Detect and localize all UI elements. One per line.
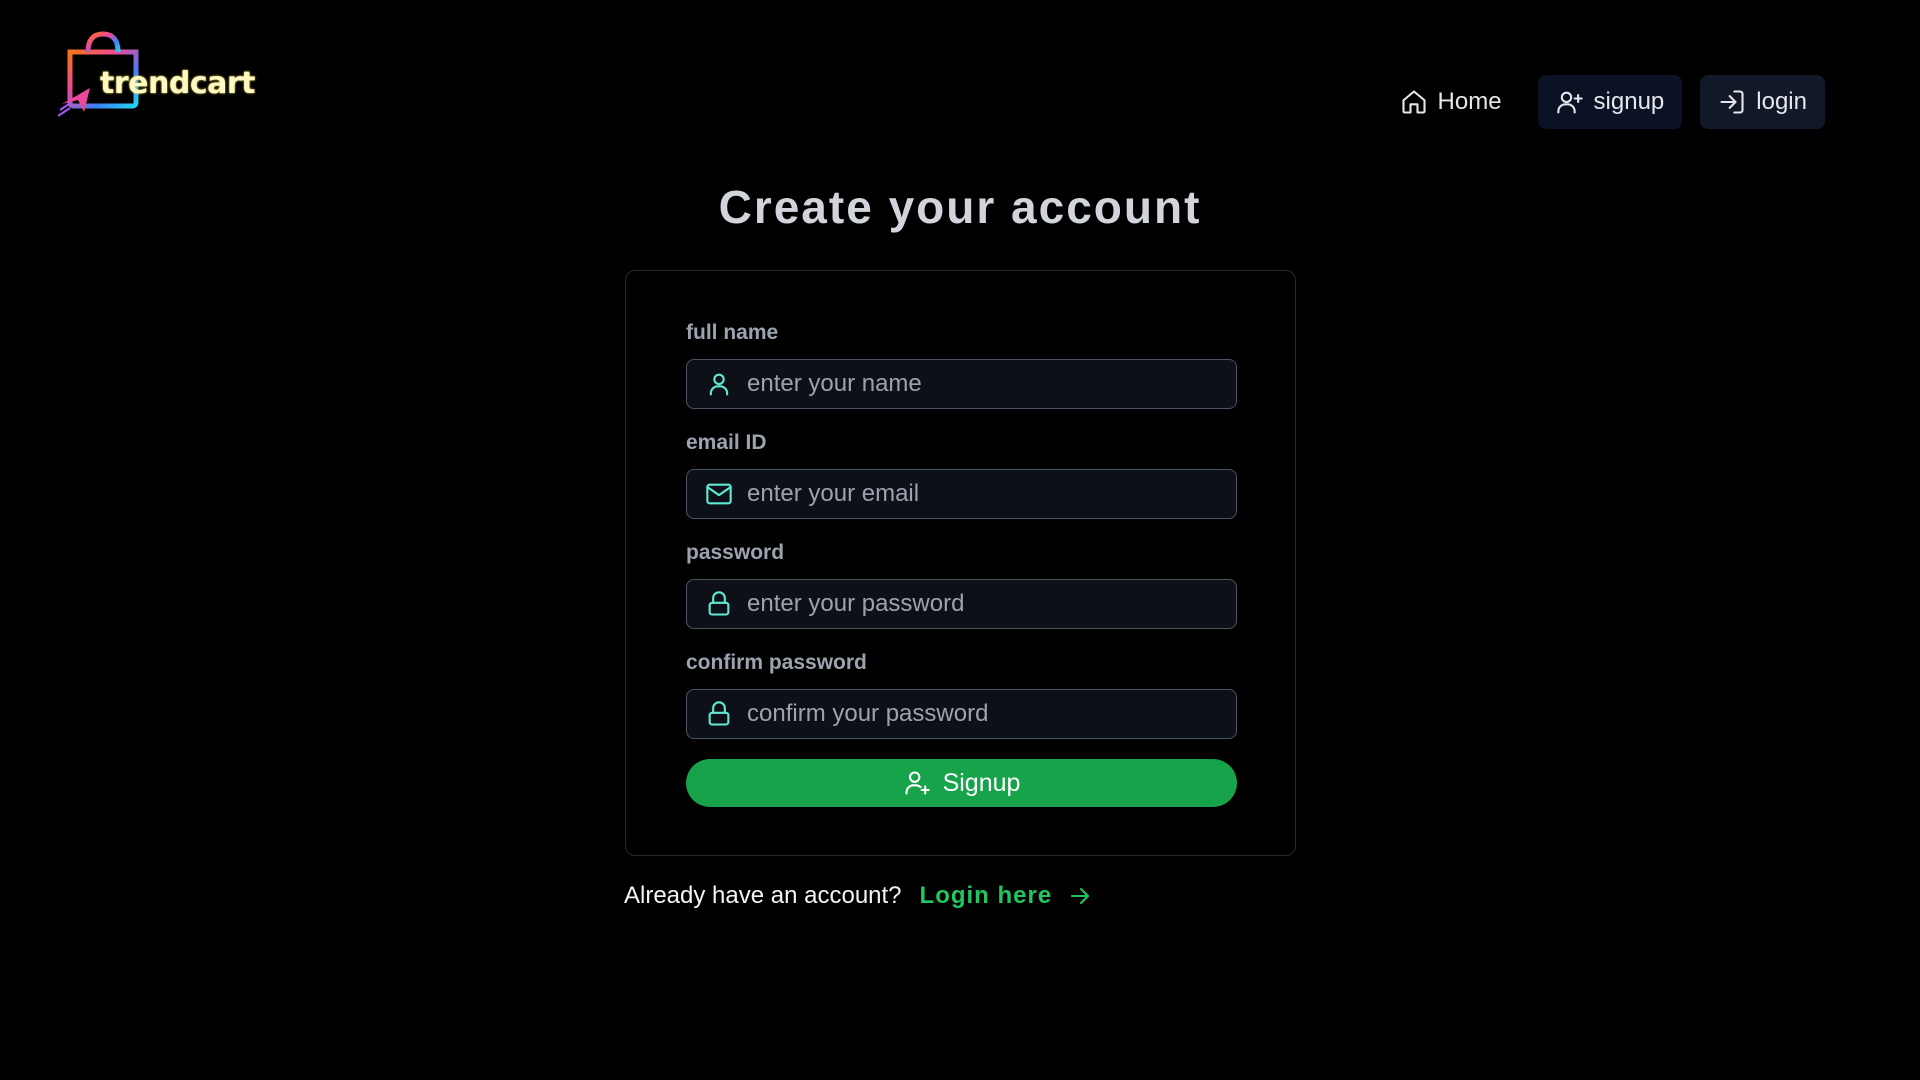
nav-home-label: Home	[1437, 88, 1502, 115]
user-plus-icon	[1556, 91, 1583, 114]
nav-home[interactable]: Home	[1382, 75, 1520, 129]
nav-login[interactable]: login	[1700, 75, 1825, 129]
password-input[interactable]	[747, 590, 1236, 618]
user-plus-icon	[905, 771, 930, 795]
arrow-right-icon	[1071, 888, 1090, 904]
password-field: password	[686, 541, 1237, 629]
email-field: email ID	[686, 431, 1237, 519]
login-here-link[interactable]: Login here	[920, 882, 1093, 910]
lock-icon	[708, 701, 730, 726]
login-here-label: Login here	[919, 882, 1053, 909]
full-name-input-wrapper[interactable]	[686, 359, 1237, 409]
full-name-input[interactable]	[747, 370, 1236, 398]
full-name-field: full name	[686, 321, 1237, 409]
login-prompt-text: Already have an account?	[624, 882, 902, 909]
log-in-icon	[1720, 90, 1744, 114]
brand-logo[interactable]: trendcart	[58, 30, 255, 118]
email-label: email ID	[686, 431, 767, 454]
signup-submit-label: Signup	[942, 768, 1021, 797]
mail-icon	[706, 483, 732, 505]
login-prompt: Already have an account? Login here	[624, 882, 1092, 910]
confirm-password-input[interactable]	[747, 700, 1236, 728]
password-input-wrapper[interactable]	[686, 579, 1237, 629]
email-input-wrapper[interactable]	[686, 469, 1237, 519]
confirm-password-field: confirm password	[686, 651, 1237, 739]
email-input[interactable]	[747, 480, 1236, 508]
confirm-password-input-wrapper[interactable]	[686, 689, 1237, 739]
brand-name: trendcart	[100, 66, 255, 101]
lock-icon	[708, 591, 730, 616]
top-nav: Home signup login	[1382, 75, 1825, 129]
user-icon	[709, 373, 729, 396]
full-name-label: full name	[686, 321, 779, 344]
page-title: Create your account	[718, 181, 1202, 233]
password-label: password	[686, 541, 785, 564]
nav-signup[interactable]: signup	[1537, 75, 1683, 129]
nav-login-label: login	[1756, 88, 1807, 115]
confirm-password-label: confirm password	[686, 651, 867, 674]
signup-submit-button[interactable]: Signup	[686, 759, 1237, 807]
nav-signup-label: signup	[1593, 88, 1665, 115]
home-icon	[1401, 90, 1426, 114]
signup-form: full name email ID password	[625, 270, 1296, 856]
